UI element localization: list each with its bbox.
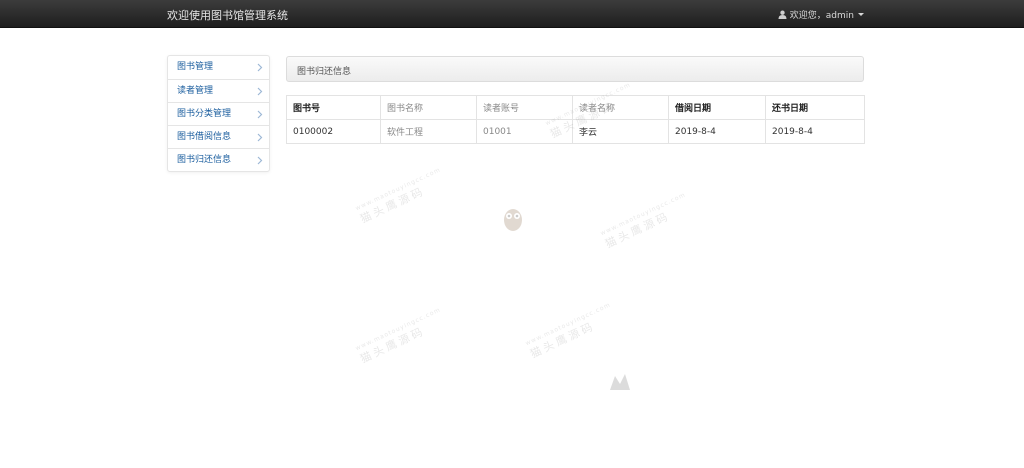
- chevron-right-icon: [257, 110, 263, 119]
- greeting-text: 欢迎您，: [789, 11, 826, 21]
- cell-reader-name: 李云: [572, 119, 669, 144]
- sidebar-nav: 图书管理 读者管理 图书分类管理 图书借阅信息 图书归还信息: [167, 55, 270, 172]
- column-header-reader-name: 读者名称: [572, 95, 669, 120]
- column-header-return-date: 还书日期: [765, 95, 865, 120]
- sidebar-item-label: 图书分类管理: [177, 109, 232, 119]
- user-menu[interactable]: 欢迎您，admin: [778, 8, 864, 21]
- table-row: 0100002 软件工程 01001 李云 2019-8-4 2019-8-4: [286, 119, 865, 144]
- panel-title: 图书归还信息: [297, 67, 352, 77]
- cell-book-name: 软件工程: [380, 119, 477, 144]
- table-header-row: 图书号 图书名称 读者账号 读者名称 借阅日期 还书日期: [286, 95, 865, 120]
- watermark: www.maotouyingcc.com 猫头鹰源码: [600, 191, 694, 251]
- sidebar-item-label: 图书管理: [177, 62, 214, 72]
- sidebar-item-label: 图书归还信息: [177, 155, 232, 165]
- sidebar-item-reader-management[interactable]: 读者管理: [168, 79, 269, 102]
- sidebar-item-label: 读者管理: [177, 86, 214, 96]
- cell-reader-account: 01001: [476, 119, 573, 144]
- column-header-book-name: 图书名称: [380, 95, 477, 120]
- sidebar-item-book-management[interactable]: 图书管理: [168, 56, 269, 79]
- column-header-reader-account: 读者账号: [476, 95, 573, 120]
- watermark-text: 猫头鹰源码: [358, 324, 428, 366]
- chevron-right-icon: [257, 156, 263, 165]
- cell-borrow-date: 2019-8-4: [668, 119, 766, 144]
- owl-logo-icon: [504, 209, 522, 231]
- sidebar-item-label: 图书借阅信息: [177, 132, 232, 142]
- sidebar-item-return-info[interactable]: 图书归还信息: [168, 148, 269, 171]
- watermark-url: www.maotouyingcc.com: [354, 166, 442, 213]
- chevron-right-icon: [257, 133, 263, 142]
- column-header-borrow-date: 借阅日期: [668, 95, 766, 120]
- watermark-text: 猫头鹰源码: [603, 209, 673, 251]
- sidebar-item-category-management[interactable]: 图书分类管理: [168, 102, 269, 125]
- cell-return-date: 2019-8-4: [765, 119, 865, 144]
- chevron-down-icon: [858, 13, 864, 16]
- watermark-url: www.maotouyingcc.com: [599, 191, 687, 238]
- top-navbar: 欢迎使用图书馆管理系统 欢迎您，admin: [0, 0, 1024, 28]
- chevron-right-icon: [257, 87, 263, 96]
- return-info-table: 图书号 图书名称 读者账号 读者名称 借阅日期 还书日期 0100002 软件工…: [286, 95, 865, 144]
- cell-book-id: 0100002: [286, 119, 381, 144]
- chevron-right-icon: [257, 63, 263, 72]
- watermark: www.maotouyingcc.com 猫头鹰源码: [355, 306, 449, 366]
- watermark-text: 猫头鹰源码: [528, 319, 598, 361]
- watermark: www.maotouyingcc.com 猫头鹰源码: [355, 166, 449, 226]
- watermark: www.maotouyingcc.com 猫头鹰源码: [525, 301, 619, 361]
- panel-heading: 图书归还信息: [286, 56, 864, 82]
- watermark-text: 猫头鹰源码: [358, 184, 428, 226]
- owl-logo-icon: [610, 374, 630, 390]
- watermark-url: www.maotouyingcc.com: [354, 306, 442, 353]
- sidebar-item-borrow-info[interactable]: 图书借阅信息: [168, 125, 269, 148]
- watermark-url: www.maotouyingcc.com: [524, 301, 612, 348]
- column-header-book-id: 图书号: [286, 95, 381, 120]
- user-icon: [778, 10, 787, 19]
- username: admin: [825, 11, 854, 21]
- app-title[interactable]: 欢迎使用图书馆管理系统: [167, 7, 288, 23]
